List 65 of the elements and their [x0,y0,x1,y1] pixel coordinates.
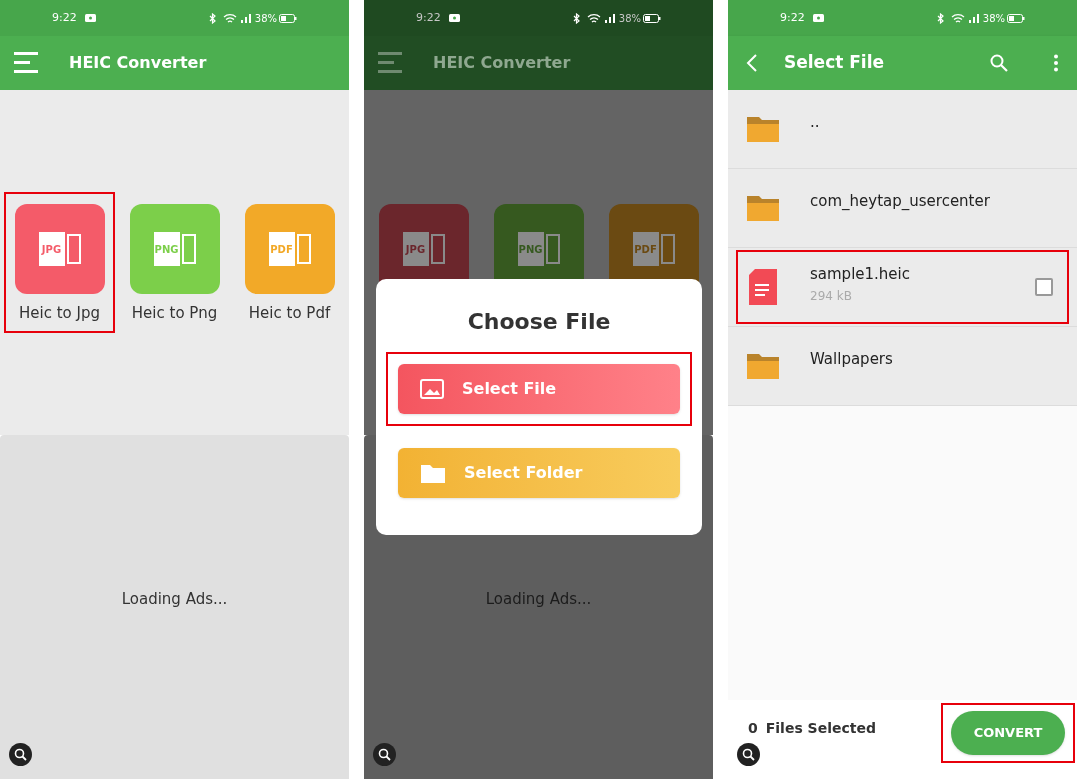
page-half-icon [545,234,560,264]
search-icon[interactable] [990,54,1008,72]
wifi-icon [222,12,237,24]
video-icon [448,14,460,22]
back-icon[interactable] [746,53,758,73]
folder-icon [746,193,780,223]
screen-title: Select File [784,51,885,75]
selected-count: 0 [748,719,758,738]
format-label: PDF [634,242,657,257]
folder-icon [420,462,446,484]
file-size: 294 kB [810,288,853,306]
battery-icon [643,13,661,23]
battery-percent: 38% [618,11,641,26]
app-title: HEIC Converter [433,52,571,74]
app-title: HEIC Converter [69,52,207,74]
video-icon [84,14,96,22]
menu-icon[interactable] [378,52,404,74]
zoom-icon[interactable] [737,743,760,766]
bluetooth-icon [571,12,582,24]
battery-icon [1007,13,1025,23]
format-label: JPG [405,242,426,257]
ads-loading-text: Loading Ads... [121,588,228,610]
zoom-icon[interactable] [9,743,32,766]
dialog-title: Choose File [467,308,611,336]
format-label: PNG [518,242,543,257]
video-icon [812,14,824,22]
converter-tile[interactable]: PDF Heic to Pdf [234,192,345,333]
converter-tile[interactable]: PNG Heic to Png [119,192,230,333]
file-icon [749,269,777,305]
converter-tile[interactable]: JPG Heic to Jpg [4,192,115,333]
wifi-icon [586,12,601,24]
wifi-icon [950,12,965,24]
file-name: com_heytap_usercenter [810,190,991,212]
folder-icon [746,351,780,381]
signal-icon [604,13,615,23]
signal-icon [968,13,979,23]
battery-percent: 38% [254,11,277,26]
battery-icon [279,13,297,23]
ads-loading-text: Loading Ads... [485,588,592,610]
more-icon[interactable] [1053,54,1059,72]
page-half-icon [181,234,196,264]
files-selected-label: Files Selected [765,719,876,738]
status-time: 9:22 [52,9,77,26]
format-label: JPG [41,242,62,257]
status-time: 9:22 [780,9,805,26]
page-half-icon [296,234,311,264]
signal-icon [240,13,251,23]
bluetooth-icon [935,12,946,24]
format-label: PDF [270,242,293,257]
page-half-icon [66,234,81,264]
folder-icon [746,114,780,144]
page-half-icon [660,234,675,264]
menu-icon[interactable] [14,52,40,74]
image-icon [420,379,444,399]
format-label: PNG [154,242,179,257]
file-row[interactable]: sample1.heic 294 kB [736,250,1069,324]
file-name: sample1.heic [810,263,911,285]
page-half-icon [430,234,445,264]
battery-percent: 38% [982,11,1005,26]
bluetooth-icon [207,12,218,24]
file-name: .. [810,111,821,133]
status-time: 9:22 [416,9,441,26]
file-name: Wallpapers [810,348,894,370]
select-checkbox[interactable] [1035,278,1053,296]
zoom-icon[interactable] [373,743,396,766]
